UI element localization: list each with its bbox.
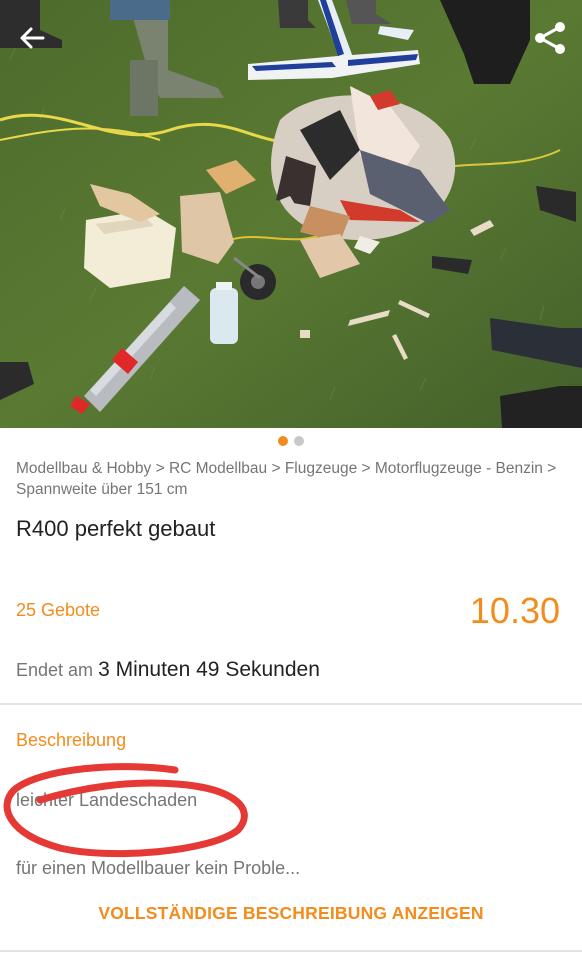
arrow-left-icon: [20, 27, 45, 49]
gallery-dot[interactable]: [294, 436, 304, 446]
back-button[interactable]: [12, 18, 52, 58]
gallery-dot-active[interactable]: [278, 436, 288, 446]
gallery-indicator: [0, 436, 582, 448]
share-button[interactable]: [530, 18, 570, 58]
description-line: leichter Landeschaden: [16, 790, 198, 810]
divider: [0, 703, 582, 705]
listing-title: R400 perfekt gebaut: [16, 516, 216, 541]
current-price: 10.30: [469, 590, 560, 631]
share-icon: [535, 22, 565, 54]
divider: [0, 950, 582, 952]
description-preview: für einen Modellbauer kein Proble...: [16, 858, 301, 878]
bid-count[interactable]: 25 Gebote: [16, 600, 100, 621]
end-time: Endet am 3 Minuten 49 Sekunden: [16, 658, 320, 682]
breadcrumb[interactable]: Modellbau & Hobby > RC Modellbau > Flugz…: [16, 458, 566, 500]
listing-photo[interactable]: [0, 0, 582, 428]
description-heading: Beschreibung: [16, 730, 127, 750]
show-full-description-button[interactable]: VOLLSTÄNDIGE BESCHREIBUNG ANZEIGEN: [0, 903, 582, 924]
end-time-label: Endet am: [16, 660, 94, 680]
time-remaining: 3 Minuten 49 Sekunden: [98, 658, 320, 681]
